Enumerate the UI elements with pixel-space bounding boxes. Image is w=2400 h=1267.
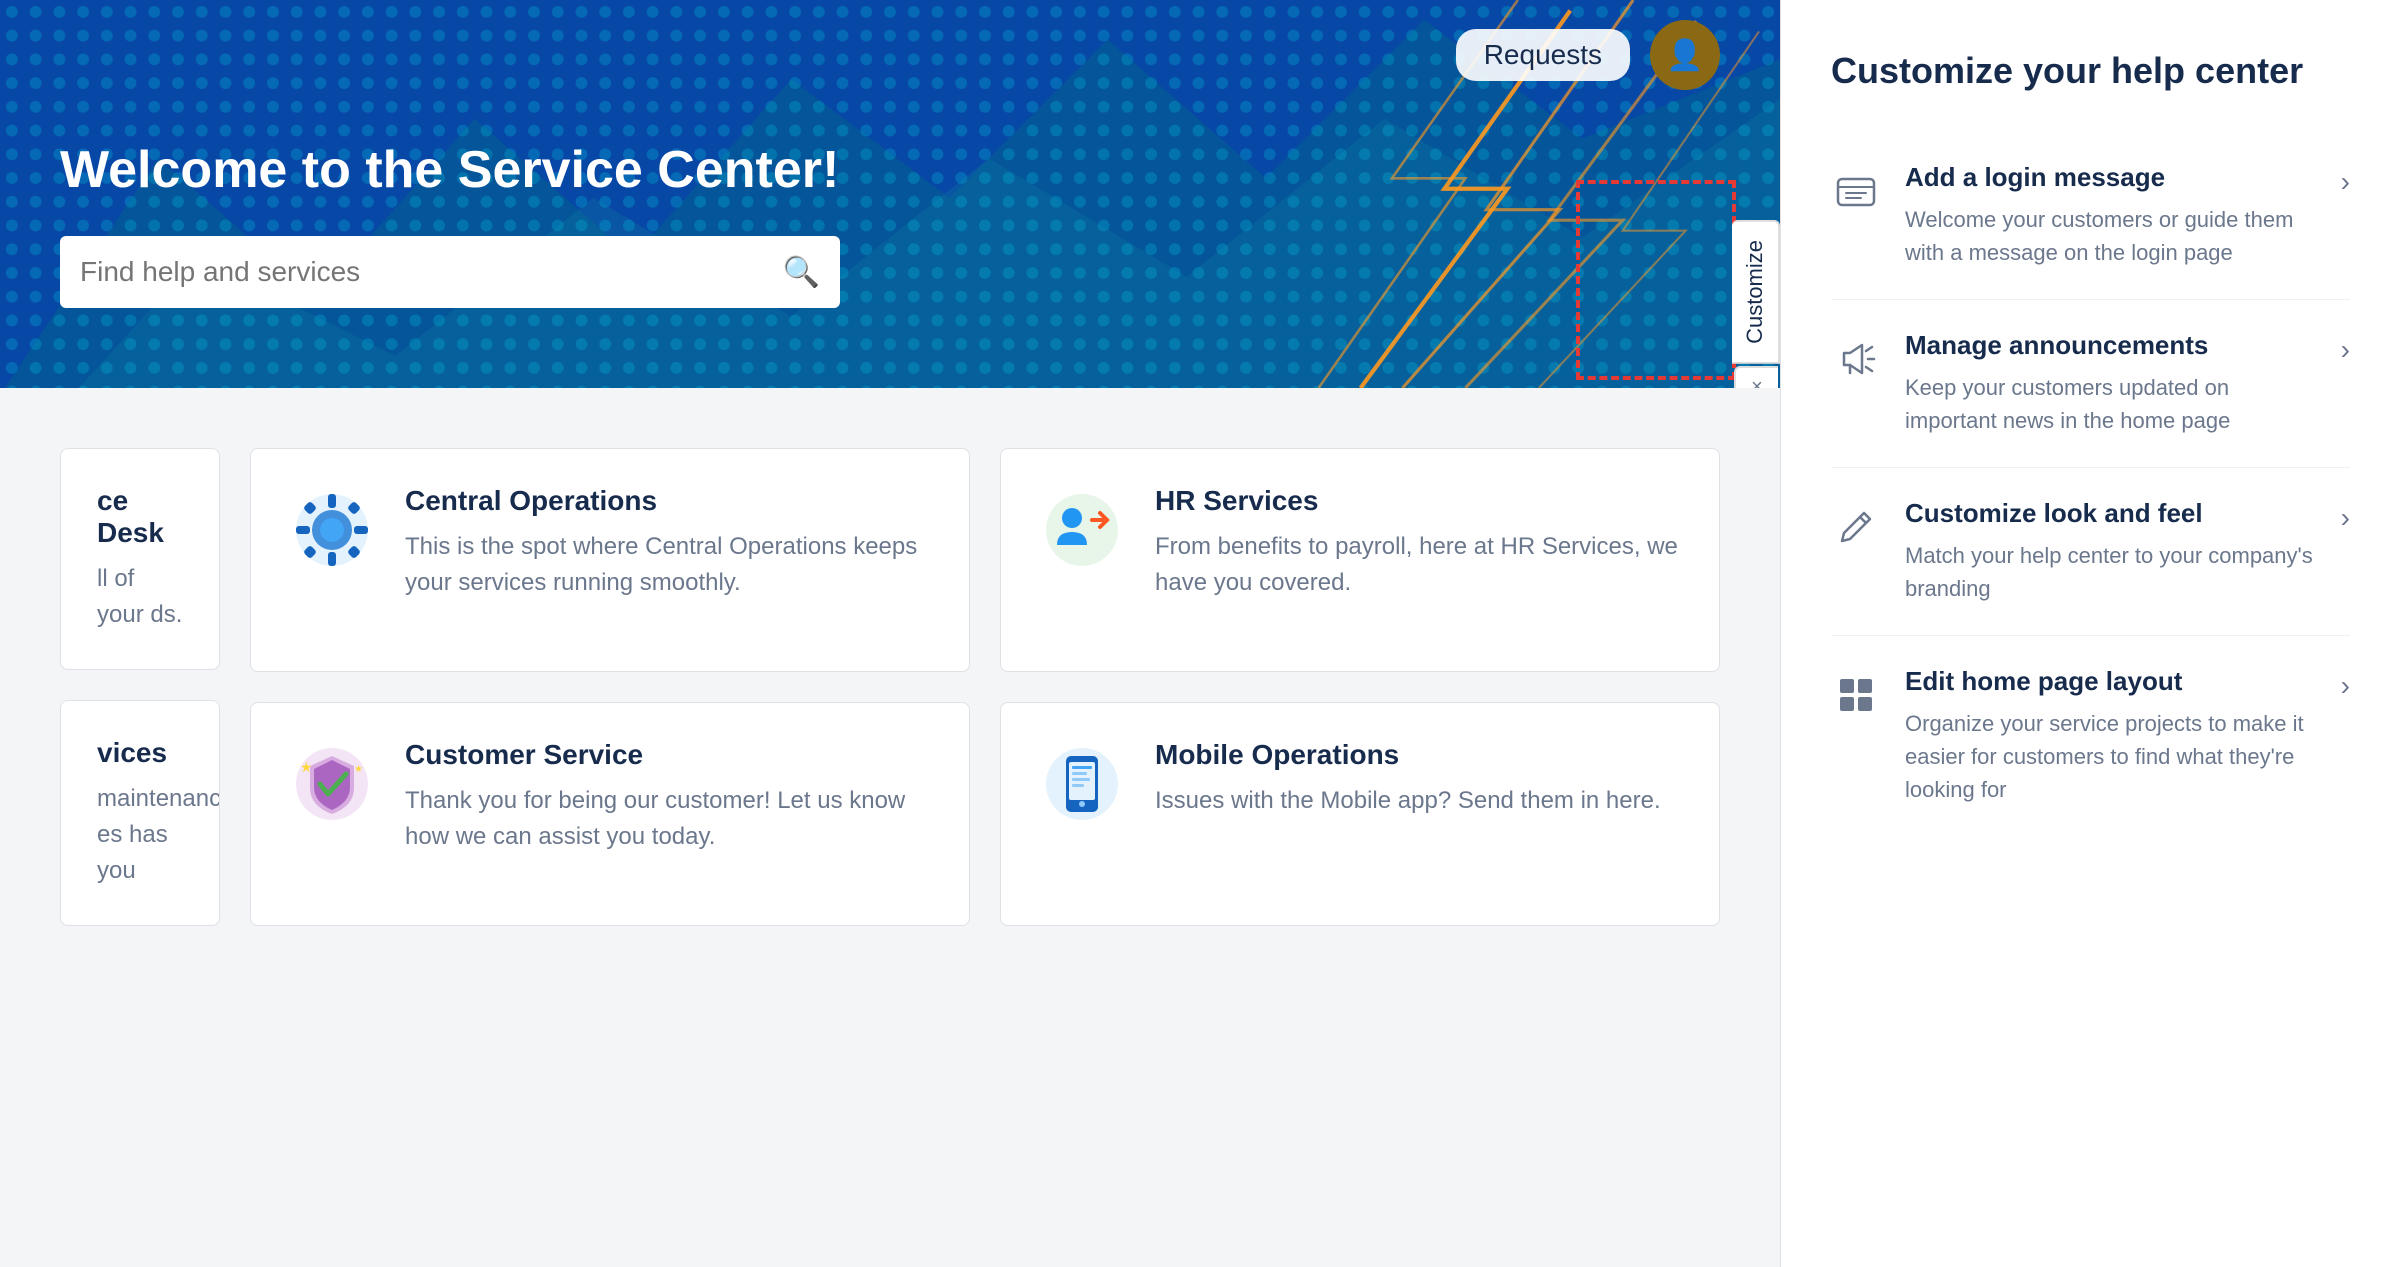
service-card-hr-services[interactable]: HR Services From benefits to payroll, he… [1000,448,1720,672]
customer-service-name: Customer Service [405,739,933,771]
hero-section: Requests 👤 Welcome to the Service Center… [0,0,1780,388]
look-and-feel-title: Customize look and feel [1905,498,2317,529]
hr-services-name: HR Services [1155,485,1683,517]
service-card-customer-service[interactable]: ★ ★ Customer Service Thank you for being… [250,702,970,926]
search-icon: 🔍 [783,255,820,290]
mobile-operations-info: Mobile Operations Issues with the Mobile… [1155,739,1683,819]
svg-text:★: ★ [354,764,363,775]
hr-services-desc: From benefits to payroll, here at HR Ser… [1155,529,1683,601]
login-message-content: Add a login message Welcome your custome… [1905,162,2317,269]
customer-service-desc: Thank you for being our customer! Let us… [405,783,933,855]
sidebar-item-home-page-layout[interactable]: Edit home page layout Organize your serv… [1831,636,2350,836]
announcements-arrow: › [2341,334,2350,366]
sidebar-title: Customize your help center [1831,50,2350,92]
hero-title: Welcome to the Service Center! [60,140,1720,200]
mobile-operations-desc: Issues with the Mobile app? Send them in… [1155,783,1683,819]
partial-card-1[interactable]: vices maintenance, es has you [60,700,220,926]
sidebar-item-announcements[interactable]: Manage announcements Keep your customers… [1831,300,2350,468]
partial-card-name-0: ce Desk [97,485,183,549]
service-card-mobile-operations[interactable]: Mobile Operations Issues with the Mobile… [1000,702,1720,926]
login-message-desc: Welcome your customers or guide them wit… [1905,203,2317,269]
announcements-icon [1831,334,1881,384]
partial-card-name-1: vices [97,737,183,769]
hr-services-info: HR Services From benefits to payroll, he… [1155,485,1683,601]
central-operations-name: Central Operations [405,485,933,517]
look-and-feel-content: Customize look and feel Match your help … [1905,498,2317,605]
services-layout: ce Desk ll of your ds. vices maintenance… [60,448,1720,926]
home-page-layout-arrow: › [2341,670,2350,702]
look-and-feel-desc: Match your help center to your company's… [1905,539,2317,605]
search-input[interactable] [80,256,783,288]
right-sidebar: Customize your help center Add a login m… [1780,0,2400,1267]
customize-tab-button[interactable]: Customize [1732,220,1780,364]
central-operations-info: Central Operations This is the spot wher… [405,485,933,601]
home-page-layout-content: Edit home page layout Organize your serv… [1905,666,2317,806]
services-grid: Central Operations This is the spot wher… [250,448,1720,926]
hr-services-icon [1037,485,1127,575]
customize-close-button[interactable]: × [1734,366,1778,388]
customer-service-icon: ★ ★ [287,739,377,829]
main-content: Requests 👤 Welcome to the Service Center… [0,0,1780,1267]
hero-top-bar: Requests 👤 [1456,20,1720,90]
home-page-layout-icon [1831,670,1881,720]
partial-card-0[interactable]: ce Desk ll of your ds. [60,448,220,670]
home-page-layout-desc: Organize your service projects to make i… [1905,707,2317,806]
user-avatar[interactable]: 👤 [1650,20,1720,90]
central-operations-desc: This is the spot where Central Operation… [405,529,933,601]
services-section: ce Desk ll of your ds. vices maintenance… [0,388,1780,1267]
hero-content: Welcome to the Service Center! 🔍 [60,140,1720,308]
customer-service-info: Customer Service Thank you for being our… [405,739,933,855]
requests-button[interactable]: Requests [1456,29,1630,81]
login-message-icon [1831,166,1881,216]
partial-cards-column: ce Desk ll of your ds. vices maintenance… [60,448,220,926]
partial-card-desc-0: ll of your ds. [97,561,183,633]
announcements-title: Manage announcements [1905,330,2317,361]
announcements-content: Manage announcements Keep your customers… [1905,330,2317,437]
login-message-arrow: › [2341,166,2350,198]
sidebar-item-login-message[interactable]: Add a login message Welcome your custome… [1831,132,2350,300]
home-page-layout-title: Edit home page layout [1905,666,2317,697]
login-message-title: Add a login message [1905,162,2317,193]
search-bar: 🔍 [60,236,840,308]
look-and-feel-icon [1831,502,1881,552]
partial-card-desc-1: maintenance, es has you [97,781,183,889]
customize-tab: Customize × [1732,220,1780,388]
svg-text:★: ★ [300,759,313,775]
service-card-central-operations[interactable]: Central Operations This is the spot wher… [250,448,970,672]
mobile-operations-name: Mobile Operations [1155,739,1683,771]
look-and-feel-arrow: › [2341,502,2350,534]
sidebar-item-look-and-feel[interactable]: Customize look and feel Match your help … [1831,468,2350,636]
mobile-operations-icon [1037,739,1127,829]
announcements-desc: Keep your customers updated on important… [1905,371,2317,437]
central-operations-icon [287,485,377,575]
